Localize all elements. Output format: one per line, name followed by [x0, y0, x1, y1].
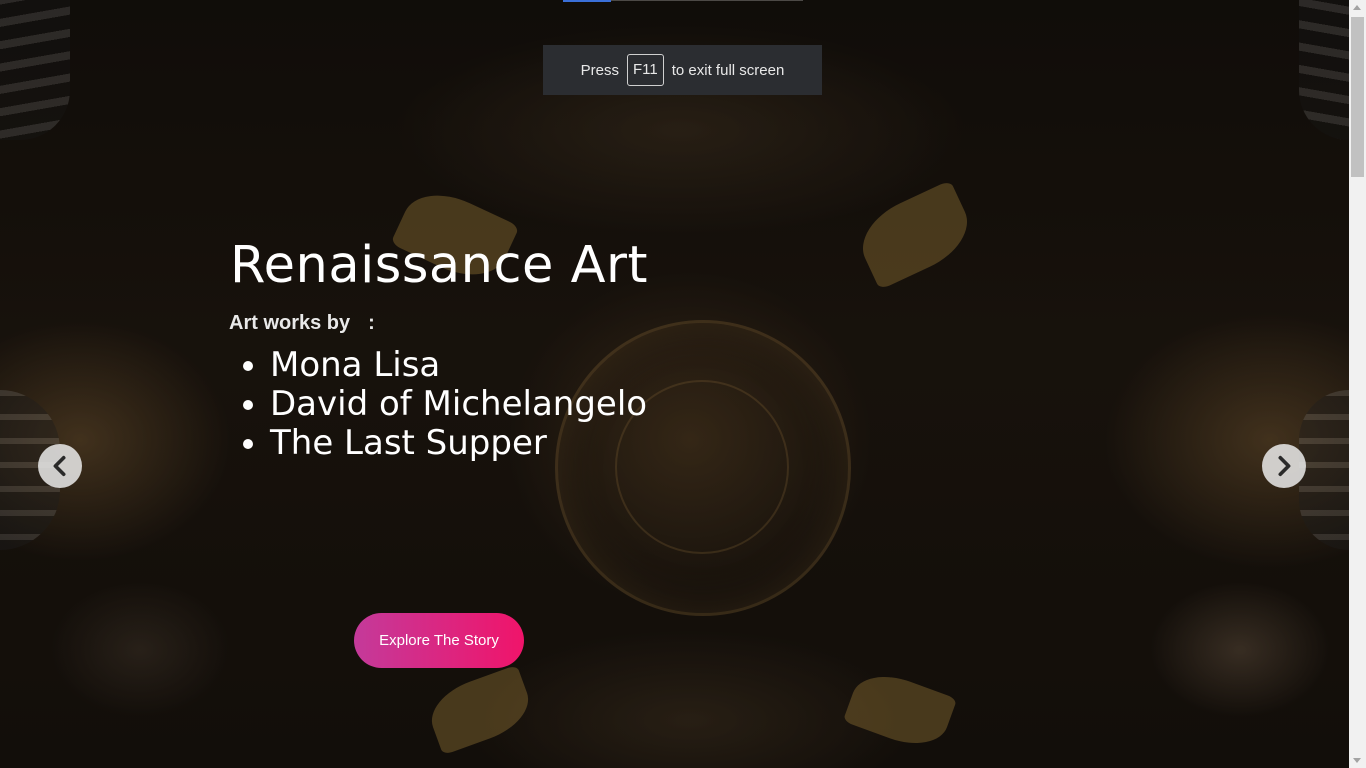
hero-slide: Press F11 to exit full screen Renaissanc…	[0, 0, 1349, 768]
chevron-left-icon	[53, 455, 66, 477]
scroll-thumb[interactable]	[1351, 17, 1364, 177]
fullscreen-notice-prefix: Press	[580, 61, 620, 79]
artworks-subtitle-colon: :	[368, 312, 375, 334]
page-title: Renaissance Art	[230, 236, 648, 295]
fullscreen-notice-suffix: to exit full screen	[671, 61, 785, 79]
prev-slide-button[interactable]	[38, 444, 82, 488]
list-item: The Last Supper	[270, 424, 647, 463]
list-item: David of Michelangelo	[270, 385, 647, 424]
next-slide-button[interactable]	[1262, 444, 1306, 488]
list-item: Mona Lisa	[270, 346, 647, 385]
artworks-subtitle: Art works by:	[229, 312, 375, 335]
scroll-up-icon[interactable]	[1353, 5, 1361, 10]
top-divider	[611, 0, 803, 1]
f11-key: F11	[627, 54, 664, 86]
dark-overlay	[0, 0, 1349, 768]
artworks-list: Mona Lisa David of Michelangelo The Last…	[230, 346, 647, 463]
page-scrollbar[interactable]	[1349, 0, 1366, 768]
artworks-subtitle-text: Art works by	[229, 312, 351, 334]
scroll-down-icon[interactable]	[1353, 758, 1361, 763]
top-accent-bar	[563, 0, 611, 2]
fullscreen-notice: Press F11 to exit full screen	[543, 45, 822, 95]
chevron-right-icon	[1278, 455, 1291, 477]
explore-story-button[interactable]: Explore The Story	[354, 613, 524, 668]
